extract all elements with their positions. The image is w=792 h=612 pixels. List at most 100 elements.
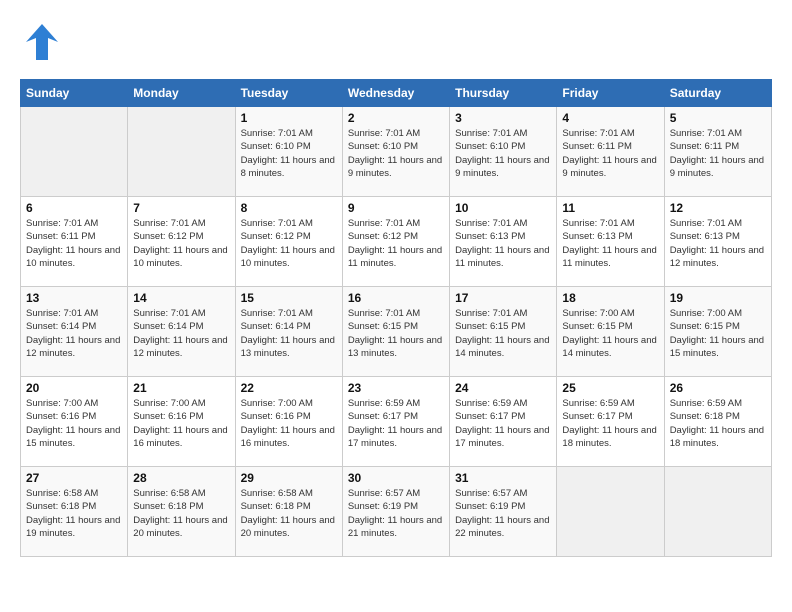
day-info: Sunrise: 6:58 AM Sunset: 6:18 PM Dayligh… (241, 487, 337, 540)
day-info: Sunrise: 7:01 AM Sunset: 6:11 PM Dayligh… (26, 217, 122, 270)
day-info: Sunrise: 7:00 AM Sunset: 6:15 PM Dayligh… (670, 307, 766, 360)
calendar-cell: 24 Sunrise: 6:59 AM Sunset: 6:17 PM Dayli… (450, 377, 557, 467)
day-info: Sunrise: 7:01 AM Sunset: 6:13 PM Dayligh… (670, 217, 766, 270)
day-info: Sunrise: 7:00 AM Sunset: 6:16 PM Dayligh… (133, 397, 229, 450)
day-number: 9 (348, 201, 444, 215)
day-info: Sunrise: 7:01 AM Sunset: 6:10 PM Dayligh… (241, 127, 337, 180)
calendar-cell: 21 Sunrise: 7:00 AM Sunset: 6:16 PM Dayli… (128, 377, 235, 467)
day-number: 30 (348, 471, 444, 485)
day-info: Sunrise: 7:01 AM Sunset: 6:15 PM Dayligh… (455, 307, 551, 360)
weekday-header-thursday: Thursday (450, 80, 557, 107)
calendar-cell: 22 Sunrise: 7:00 AM Sunset: 6:16 PM Dayli… (235, 377, 342, 467)
day-number: 7 (133, 201, 229, 215)
day-info: Sunrise: 7:01 AM Sunset: 6:12 PM Dayligh… (133, 217, 229, 270)
day-number: 24 (455, 381, 551, 395)
calendar-cell: 20 Sunrise: 7:00 AM Sunset: 6:16 PM Dayli… (21, 377, 128, 467)
calendar-cell: 9Sunrise: 7:01 AM Sunset: 6:12 PM Daylig… (342, 197, 449, 287)
calendar-cell: 18 Sunrise: 7:00 AM Sunset: 6:15 PM Dayli… (557, 287, 664, 377)
calendar-cell: 3 Sunrise: 7:01 AM Sunset: 6:10 PM Daylig… (450, 107, 557, 197)
day-number: 22 (241, 381, 337, 395)
calendar-cell: 19 Sunrise: 7:00 AM Sunset: 6:15 PM Dayli… (664, 287, 771, 377)
day-number: 8 (241, 201, 337, 215)
day-info: Sunrise: 6:59 AM Sunset: 6:18 PM Dayligh… (670, 397, 766, 450)
day-number: 23 (348, 381, 444, 395)
calendar-cell: 26 Sunrise: 6:59 AM Sunset: 6:18 PM Dayli… (664, 377, 771, 467)
calendar-cell: 27 Sunrise: 6:58 AM Sunset: 6:18 PM Dayli… (21, 467, 128, 557)
day-info: Sunrise: 6:59 AM Sunset: 6:17 PM Dayligh… (455, 397, 551, 450)
day-info: Sunrise: 6:59 AM Sunset: 6:17 PM Dayligh… (562, 397, 658, 450)
calendar-table: SundayMondayTuesdayWednesdayThursdayFrid… (20, 79, 772, 557)
calendar-cell: 16 Sunrise: 7:01 AM Sunset: 6:15 PM Dayli… (342, 287, 449, 377)
weekday-header-saturday: Saturday (664, 80, 771, 107)
day-number: 18 (562, 291, 658, 305)
day-info: Sunrise: 7:01 AM Sunset: 6:14 PM Dayligh… (241, 307, 337, 360)
day-number: 27 (26, 471, 122, 485)
calendar-cell: 11 Sunrise: 7:01 AM Sunset: 6:13 PM Dayli… (557, 197, 664, 287)
calendar-cell: 15 Sunrise: 7:01 AM Sunset: 6:14 PM Dayli… (235, 287, 342, 377)
day-info: Sunrise: 7:01 AM Sunset: 6:12 PM Dayligh… (241, 217, 337, 270)
calendar-week-row: 1 Sunrise: 7:01 AM Sunset: 6:10 PM Daylig… (21, 107, 772, 197)
weekday-header-friday: Friday (557, 80, 664, 107)
calendar-cell: 25 Sunrise: 6:59 AM Sunset: 6:17 PM Dayli… (557, 377, 664, 467)
day-number: 20 (26, 381, 122, 395)
day-info: Sunrise: 7:01 AM Sunset: 6:10 PM Dayligh… (348, 127, 444, 180)
day-info: Sunrise: 7:00 AM Sunset: 6:15 PM Dayligh… (562, 307, 658, 360)
calendar-cell: 4Sunrise: 7:01 AM Sunset: 6:11 PM Daylig… (557, 107, 664, 197)
calendar-cell: 1 Sunrise: 7:01 AM Sunset: 6:10 PM Daylig… (235, 107, 342, 197)
day-info: Sunrise: 7:01 AM Sunset: 6:10 PM Dayligh… (455, 127, 551, 180)
calendar-cell: 5Sunrise: 7:01 AM Sunset: 6:11 PM Daylig… (664, 107, 771, 197)
day-number: 5 (670, 111, 766, 125)
day-number: 11 (562, 201, 658, 215)
weekday-header-tuesday: Tuesday (235, 80, 342, 107)
day-info: Sunrise: 7:01 AM Sunset: 6:15 PM Dayligh… (348, 307, 444, 360)
day-info: Sunrise: 7:00 AM Sunset: 6:16 PM Dayligh… (241, 397, 337, 450)
day-info: Sunrise: 6:57 AM Sunset: 6:19 PM Dayligh… (348, 487, 444, 540)
day-number: 14 (133, 291, 229, 305)
day-number: 26 (670, 381, 766, 395)
day-number: 21 (133, 381, 229, 395)
day-number: 15 (241, 291, 337, 305)
calendar-cell: 17 Sunrise: 7:01 AM Sunset: 6:15 PM Dayli… (450, 287, 557, 377)
calendar-cell: 13 Sunrise: 7:01 AM Sunset: 6:14 PM Dayli… (21, 287, 128, 377)
day-number: 3 (455, 111, 551, 125)
day-number: 10 (455, 201, 551, 215)
logo (20, 20, 68, 69)
calendar-cell: 6 Sunrise: 7:01 AM Sunset: 6:11 PM Daylig… (21, 197, 128, 287)
calendar-cell: 14Sunrise: 7:01 AM Sunset: 6:14 PM Dayli… (128, 287, 235, 377)
day-number: 1 (241, 111, 337, 125)
weekday-header-sunday: Sunday (21, 80, 128, 107)
calendar-cell: 10 Sunrise: 7:01 AM Sunset: 6:13 PM Dayli… (450, 197, 557, 287)
day-info: Sunrise: 7:01 AM Sunset: 6:13 PM Dayligh… (562, 217, 658, 270)
calendar-cell (21, 107, 128, 197)
day-number: 13 (26, 291, 122, 305)
day-info: Sunrise: 7:00 AM Sunset: 6:16 PM Dayligh… (26, 397, 122, 450)
day-number: 16 (348, 291, 444, 305)
day-number: 6 (26, 201, 122, 215)
calendar-cell: 30 Sunrise: 6:57 AM Sunset: 6:19 PM Dayli… (342, 467, 449, 557)
calendar-cell: 2 Sunrise: 7:01 AM Sunset: 6:10 PM Daylig… (342, 107, 449, 197)
day-number: 12 (670, 201, 766, 215)
day-info: Sunrise: 6:57 AM Sunset: 6:19 PM Dayligh… (455, 487, 551, 540)
day-number: 2 (348, 111, 444, 125)
calendar-cell (664, 467, 771, 557)
calendar-week-row: 6 Sunrise: 7:01 AM Sunset: 6:11 PM Daylig… (21, 197, 772, 287)
day-info: Sunrise: 6:58 AM Sunset: 6:18 PM Dayligh… (26, 487, 122, 540)
day-info: Sunrise: 6:59 AM Sunset: 6:17 PM Dayligh… (348, 397, 444, 450)
logo-icon (20, 20, 64, 69)
calendar-week-row: 20 Sunrise: 7:00 AM Sunset: 6:16 PM Dayli… (21, 377, 772, 467)
day-info: Sunrise: 7:01 AM Sunset: 6:11 PM Dayligh… (562, 127, 658, 180)
calendar-cell: 28Sunrise: 6:58 AM Sunset: 6:18 PM Dayli… (128, 467, 235, 557)
calendar-cell: 29 Sunrise: 6:58 AM Sunset: 6:18 PM Dayli… (235, 467, 342, 557)
day-info: Sunrise: 6:58 AM Sunset: 6:18 PM Dayligh… (133, 487, 229, 540)
day-info: Sunrise: 7:01 AM Sunset: 6:14 PM Dayligh… (26, 307, 122, 360)
day-info: Sunrise: 7:01 AM Sunset: 6:13 PM Dayligh… (455, 217, 551, 270)
weekday-header-wednesday: Wednesday (342, 80, 449, 107)
day-number: 17 (455, 291, 551, 305)
calendar-cell: 8 Sunrise: 7:01 AM Sunset: 6:12 PM Daylig… (235, 197, 342, 287)
calendar-week-row: 13 Sunrise: 7:01 AM Sunset: 6:14 PM Dayli… (21, 287, 772, 377)
day-number: 19 (670, 291, 766, 305)
day-number: 25 (562, 381, 658, 395)
day-number: 29 (241, 471, 337, 485)
calendar-cell: 7 Sunrise: 7:01 AM Sunset: 6:12 PM Daylig… (128, 197, 235, 287)
weekday-header-row: SundayMondayTuesdayWednesdayThursdayFrid… (21, 80, 772, 107)
